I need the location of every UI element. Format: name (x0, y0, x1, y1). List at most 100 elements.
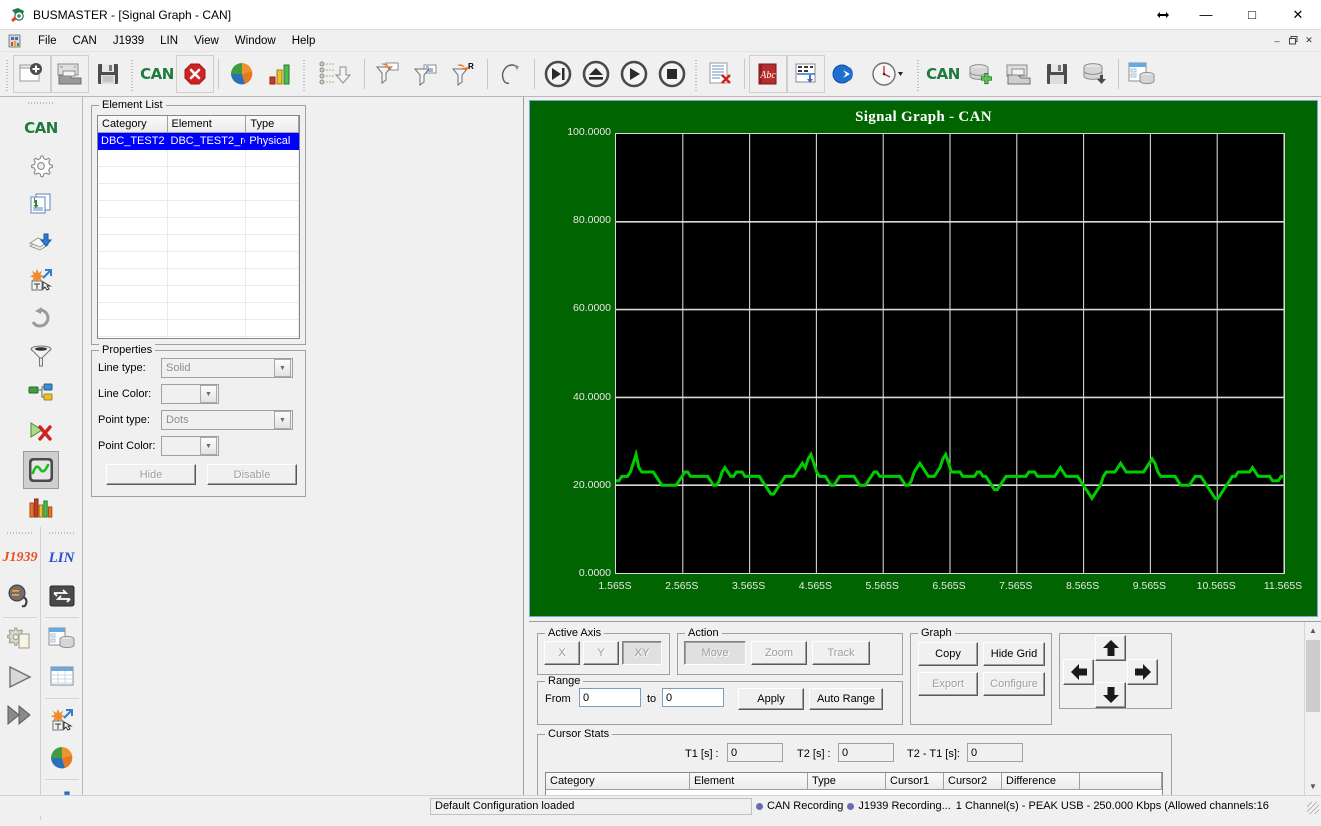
axis-y-button[interactable]: Y (583, 641, 619, 665)
save-configuration-icon[interactable] (89, 55, 127, 93)
mdi-minimize-button[interactable]: – (1269, 33, 1285, 48)
configure-button[interactable]: Configure (983, 672, 1045, 696)
sidebar-can-stop-icon[interactable] (23, 413, 59, 451)
resize-grip-icon[interactable] (1307, 802, 1319, 814)
clear-message-window-icon[interactable] (702, 55, 740, 93)
sidebar-j1939-play-icon[interactable] (2, 658, 38, 696)
point-type-combo[interactable]: Dots ▼ (161, 410, 293, 430)
copy-button[interactable]: Copy (918, 642, 978, 666)
action-track-button[interactable]: Track (812, 641, 870, 665)
action-move-button[interactable]: Move (684, 641, 746, 665)
chevron-down-icon[interactable]: ▼ (274, 411, 291, 429)
chevron-down-icon[interactable]: ▼ (200, 437, 217, 455)
toolbar-grip-3[interactable] (301, 57, 308, 91)
line-color-picker[interactable]: ▼ (161, 384, 219, 404)
sidebar-lin-table-icon[interactable] (44, 658, 80, 696)
export-button[interactable]: Export (918, 672, 978, 696)
database-view-icon[interactable] (1123, 55, 1161, 93)
range-to-input[interactable] (662, 688, 724, 707)
save-database-icon[interactable] (1038, 55, 1076, 93)
sidebar-can-signal-watch-icon[interactable] (23, 489, 59, 527)
apply-button[interactable]: Apply (738, 688, 804, 710)
sidebar-can-filter-icon[interactable] (23, 337, 59, 375)
column-header-element[interactable]: Element (167, 116, 247, 133)
signal-watch-icon[interactable] (492, 55, 530, 93)
pie-chart-icon[interactable] (223, 55, 261, 93)
filter-replay-icon[interactable]: R (445, 55, 483, 93)
t2-input[interactable] (838, 743, 894, 762)
sidebar-lin-network-icon[interactable] (44, 701, 80, 739)
open-configuration-icon[interactable] (51, 55, 89, 93)
open-database-icon[interactable] (1000, 55, 1038, 93)
minimize-button[interactable]: — (1183, 0, 1229, 30)
left-arrow-icon[interactable] (1063, 659, 1094, 685)
t1-input[interactable] (727, 743, 783, 762)
sidebar-lin-transfer-icon[interactable] (44, 577, 80, 615)
play-icon[interactable] (615, 55, 653, 93)
cursor-column-cursor1[interactable]: Cursor1 (886, 773, 944, 790)
sidebar-can-node-simulation-icon[interactable] (23, 261, 59, 299)
close-button[interactable]: ✕ (1275, 0, 1321, 30)
step-forward-icon[interactable] (539, 55, 577, 93)
scroll-up-icon[interactable]: ▲ (1305, 622, 1321, 639)
point-color-picker[interactable]: ▼ (161, 436, 219, 456)
toolbar-grip-4[interactable] (693, 57, 700, 91)
filter-message-icon[interactable] (369, 55, 407, 93)
cursor-column-category[interactable]: Category (546, 773, 690, 790)
replay-file-icon[interactable] (787, 55, 825, 93)
eject-icon[interactable] (577, 55, 615, 93)
sidebar-can-log-icon[interactable]: I (23, 185, 59, 223)
auto-range-button[interactable]: Auto Range (809, 688, 883, 710)
send-message-icon[interactable] (825, 55, 863, 93)
t2-t1-input[interactable] (967, 743, 1023, 762)
cursor-column-element[interactable]: Element (690, 773, 808, 790)
axis-x-button[interactable]: X (544, 641, 580, 665)
menu-file[interactable]: File (30, 32, 65, 50)
new-configuration-icon[interactable] (13, 55, 51, 93)
add-database-icon[interactable] (962, 55, 1000, 93)
scroll-down-icon[interactable]: ▼ (1305, 778, 1321, 795)
chevron-down-icon[interactable]: ▼ (274, 359, 291, 377)
table-row[interactable]: DBC_TEST2 DBC_TEST2_re Physical (98, 133, 299, 150)
toolbar-grip[interactable] (4, 57, 11, 91)
cursor-column-difference[interactable]: Difference (1002, 773, 1080, 790)
mdi-close-button[interactable]: ✕ (1301, 33, 1317, 48)
lin-sidebar-grip[interactable] (48, 530, 75, 536)
sidebar-can-replay-icon[interactable] (23, 299, 59, 337)
action-zoom-button[interactable]: Zoom (751, 641, 807, 665)
download-settings-icon[interactable] (310, 55, 360, 93)
toolbar-grip-2[interactable] (129, 57, 136, 91)
element-list-table[interactable]: Category Element Type DBC_TEST2 DBC_TEST… (97, 115, 300, 339)
filter-list-icon[interactable] (407, 55, 445, 93)
database-download-icon[interactable] (1076, 55, 1114, 93)
can-sidebar-grip[interactable] (28, 100, 54, 106)
bar-chart-icon[interactable] (261, 55, 299, 93)
sidebar-j1939-fast-forward-icon[interactable] (2, 696, 38, 734)
cursor-column-cursor2[interactable]: Cursor2 (944, 773, 1002, 790)
menu-can[interactable]: CAN (65, 32, 105, 50)
sidebar-can-network-icon[interactable] (23, 375, 59, 413)
stop-icon[interactable] (653, 55, 691, 93)
menu-j1939[interactable]: J1939 (105, 32, 152, 50)
range-from-input[interactable] (579, 688, 641, 707)
hide-button[interactable]: Hide (106, 464, 196, 485)
maximize-button[interactable]: □ (1229, 0, 1275, 30)
j1939-sidebar-grip[interactable] (7, 530, 33, 536)
sidebar-lin-database-icon[interactable] (44, 620, 80, 658)
down-arrow-icon[interactable] (1095, 682, 1126, 708)
cursor-column-blank[interactable] (1080, 773, 1162, 790)
can-database-icon[interactable]: CAN (924, 55, 962, 93)
sidebar-can-signal-graph-icon[interactable] (23, 451, 59, 489)
axis-xy-button[interactable]: XY (622, 641, 662, 665)
sidebar-j1939-configure-icon[interactable] (2, 620, 38, 658)
menu-help[interactable]: Help (284, 32, 324, 50)
menu-view[interactable]: View (186, 32, 227, 50)
interpretation-icon[interactable]: Abc (749, 55, 787, 93)
chevron-down-icon[interactable]: ▼ (200, 385, 217, 403)
line-type-combo[interactable]: Solid ▼ (161, 358, 293, 378)
toolbar-grip-5[interactable] (915, 57, 922, 91)
menu-lin[interactable]: LIN (152, 32, 186, 50)
controls-scrollbar[interactable]: ▲ ▼ (1304, 622, 1321, 795)
plot-area[interactable] (615, 133, 1285, 574)
hide-grid-button[interactable]: Hide Grid (983, 642, 1045, 666)
